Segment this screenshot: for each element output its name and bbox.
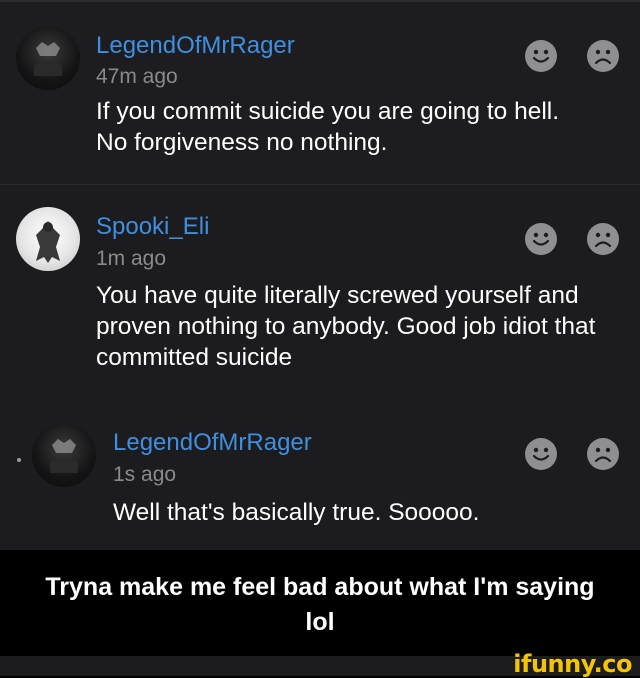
smile-reaction-button[interactable] — [525, 438, 557, 470]
avatar-image — [34, 42, 62, 76]
smile-icon — [532, 49, 550, 63]
timestamp: 1s ago — [113, 463, 177, 486]
smile-icon — [532, 232, 550, 246]
frown-icon — [594, 447, 612, 463]
smile-reaction-button[interactable] — [525, 40, 557, 72]
comment-text: Well that's basically true. Sooooo. — [113, 499, 480, 526]
comment-thread: LegendOfMrRager 47m ago If you commit su… — [0, 0, 640, 550]
avatar-image — [36, 221, 60, 263]
avatar-image — [50, 439, 78, 473]
frown-reaction-button[interactable] — [587, 223, 619, 255]
username[interactable]: LegendOfMrRager — [96, 32, 295, 60]
smile-icon — [532, 447, 550, 461]
meme-caption: Tryna make me feel bad about what I'm sa… — [0, 554, 640, 656]
comment-item: Spooki_Eli 1m ago You have quite literal… — [0, 185, 640, 395]
frown-icon — [594, 232, 612, 248]
frown-reaction-button[interactable] — [587, 438, 619, 470]
ifunny-watermark: ifunny.co — [513, 650, 632, 678]
caption-text: Tryna make me feel bad about what I'm sa… — [45, 573, 595, 636]
frown-icon — [594, 49, 612, 65]
smile-reaction-button[interactable] — [525, 223, 557, 255]
comment-item: LegendOfMrRager 47m ago If you commit su… — [0, 2, 640, 185]
avatar[interactable] — [32, 423, 96, 487]
comment-text: You have quite literally screwed yoursel… — [96, 282, 596, 371]
frown-reaction-button[interactable] — [587, 40, 619, 72]
avatar[interactable] — [16, 26, 80, 90]
timestamp: 1m ago — [96, 247, 167, 270]
username[interactable]: LegendOfMrRager — [113, 429, 312, 457]
timestamp: 47m ago — [96, 65, 178, 88]
comment-text: If you commit suicide you are going to h… — [96, 98, 560, 156]
username[interactable]: Spooki_Eli — [96, 213, 209, 241]
reply-indicator — [17, 458, 21, 462]
comment-item: LegendOfMrRager 1s ago Well that's basic… — [0, 395, 640, 550]
avatar[interactable] — [16, 207, 80, 271]
